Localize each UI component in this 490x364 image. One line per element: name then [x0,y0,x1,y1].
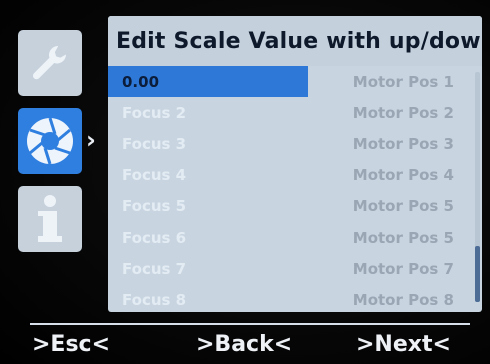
aperture-icon [27,117,73,165]
settings-tab[interactable] [18,30,82,96]
focus-label: Focus 5 [122,197,187,216]
soft-key-bar: >Esc< >Back< >Next< [0,330,490,364]
list-row[interactable]: Focus 8 Motor Pos 8 [108,284,482,312]
scale-edit-panel: Edit Scale Value with up/down 0.00 Motor… [108,16,482,312]
scrollbar-thumb[interactable] [475,246,480,302]
focus-label: Focus 7 [122,259,187,278]
esc-button[interactable]: >Esc< [32,332,110,357]
device-screen: › Edit Scale Value with up/down 0.00 Mot… [0,0,490,364]
info-tab[interactable] [18,186,82,252]
list-row[interactable]: Focus 7 Motor Pos 7 [108,253,482,284]
panel-title: Edit Scale Value with up/down [108,16,482,66]
focus-label: Focus 6 [122,228,187,247]
back-button[interactable]: >Back< [196,332,292,357]
motor-pos-label: Motor Pos 8 [352,290,454,309]
camera-tab[interactable] [18,108,82,174]
list-row[interactable]: Focus 2 Motor Pos 2 [108,97,482,128]
footer-divider [30,323,470,325]
motor-pos-label: Motor Pos 7 [352,259,454,278]
focus-motor-list: 0.00 Motor Pos 1 Focus 2 Motor Pos 2 Foc… [108,66,482,312]
scale-value-field[interactable]: 0.00 [108,66,308,98]
motor-pos-label: Motor Pos 3 [352,134,454,153]
motor-pos-label: Motor Pos 2 [352,103,454,122]
motor-pos-label: Motor Pos 5 [352,228,454,247]
list-row[interactable]: 0.00 Motor Pos 1 [108,66,482,98]
focus-label: Focus 2 [122,103,187,122]
motor-pos-label: Motor Pos 5 [352,197,454,216]
next-button[interactable]: >Next< [356,332,451,357]
focus-label: Focus 4 [122,166,187,185]
list-row[interactable]: Focus 4 Motor Pos 4 [108,160,482,191]
list-row[interactable]: Focus 3 Motor Pos 3 [108,128,482,159]
list-row[interactable]: Focus 6 Motor Pos 5 [108,222,482,253]
focus-label: Focus 3 [122,134,187,153]
focus-label: Focus 8 [122,290,187,309]
motor-pos-label: Motor Pos 1 [352,72,454,91]
info-icon [38,195,62,242]
motor-pos-label: Motor Pos 4 [352,166,454,185]
selected-tab-arrow: › [86,126,96,154]
wrench-icon [32,45,66,80]
list-row[interactable]: Focus 5 Motor Pos 5 [108,191,482,222]
